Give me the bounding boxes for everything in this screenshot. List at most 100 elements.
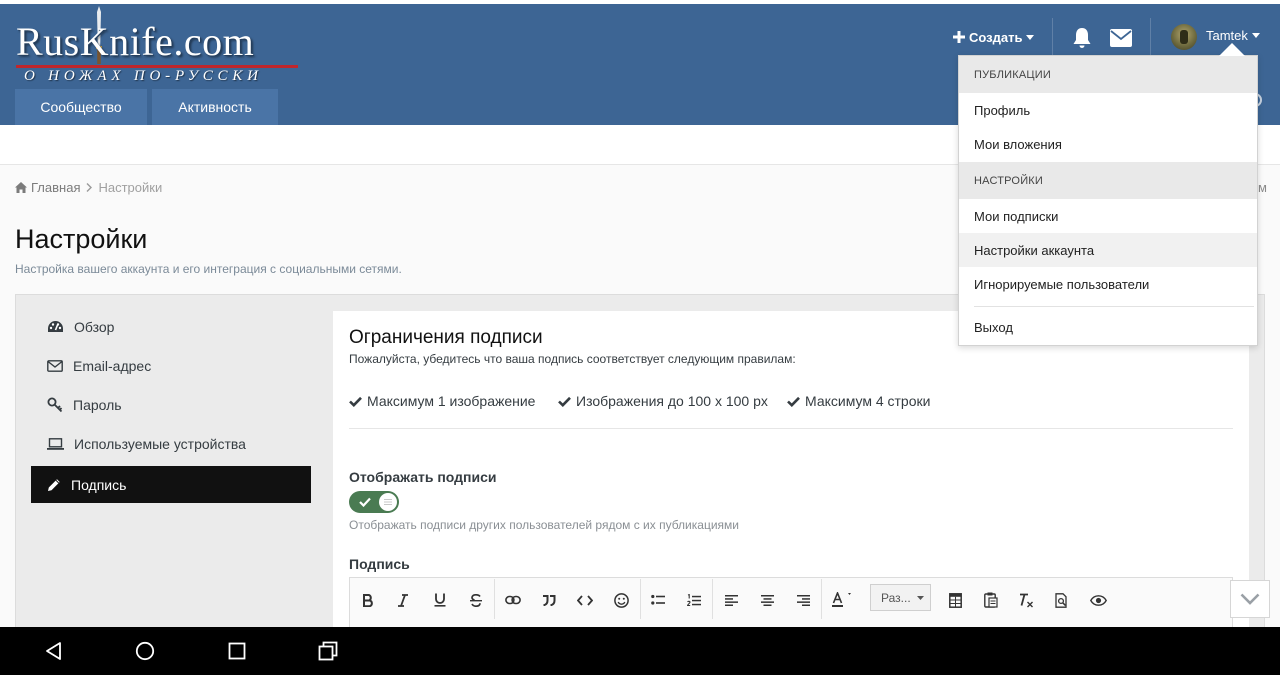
preview-source-button[interactable]: [1048, 587, 1076, 613]
link-button[interactable]: [499, 587, 527, 613]
numbered-list-button[interactable]: [680, 587, 708, 613]
toolbar-separator: [712, 579, 713, 619]
sidebar-item-label: Подпись: [71, 476, 127, 493]
caret-down-icon: [916, 595, 924, 600]
emoji-button[interactable]: [607, 587, 635, 613]
sidebar-item-label: Используемые устройства: [74, 435, 246, 452]
caret-down-icon: [1026, 34, 1035, 40]
strikethrough-button[interactable]: [462, 587, 490, 613]
create-button[interactable]: Создать: [953, 27, 1035, 47]
header-separator: [1052, 18, 1053, 56]
dropdown-section-settings: НАСТРОЙКИ: [959, 162, 1257, 199]
dropdown-section-publications: ПУБЛИКАЦИИ: [959, 56, 1257, 93]
sidebar-item-devices[interactable]: Используемые устройства: [31, 425, 311, 462]
home-circle-icon: [135, 641, 155, 661]
create-label: Создать: [969, 29, 1023, 45]
menu-item-follows[interactable]: Мои подписки: [959, 199, 1257, 233]
check-icon: [349, 396, 362, 407]
signature-rule: Максимум 4 строки: [787, 393, 930, 409]
show-signatures-label: Отображать подписи: [349, 469, 497, 485]
home-button[interactable]: [132, 638, 158, 664]
quote-icon: [543, 594, 556, 606]
chevron-right-icon: [86, 183, 93, 192]
toolbar-separator: [640, 579, 641, 619]
align-center-button[interactable]: [753, 587, 781, 613]
align-right-icon: [796, 594, 810, 606]
font-size-select[interactable]: Раз...: [870, 584, 931, 611]
menu-item-logout[interactable]: Выход: [959, 310, 1257, 344]
remove-format-icon: [1020, 593, 1033, 607]
user-avatar[interactable]: [1171, 24, 1197, 50]
section-divider: [349, 428, 1233, 429]
show-signatures-hint: Отображать подписи других пользователей …: [349, 518, 739, 532]
italic-button[interactable]: [389, 587, 417, 613]
eye-icon: [1089, 594, 1107, 606]
paste-button[interactable]: [977, 587, 1005, 613]
back-triangle-icon: [46, 642, 61, 660]
menu-item-account-settings[interactable]: Настройки аккаунта: [959, 233, 1257, 267]
dashboard-icon: [48, 320, 63, 332]
recents-square-icon: [228, 642, 246, 660]
bulleted-list-button[interactable]: [644, 587, 672, 613]
page-description: Настройка вашего аккаунта и его интеграц…: [15, 262, 402, 276]
align-left-icon: [724, 594, 738, 606]
signature-field-label: Подпись: [349, 556, 410, 572]
back-button[interactable]: [41, 638, 67, 664]
underline-icon: [434, 593, 446, 607]
link-icon: [505, 595, 521, 605]
logo-tagline: О НОЖАХ ПО-РУССКИ: [24, 68, 263, 84]
header-separator: [1150, 18, 1151, 56]
android-navigation-bar: [0, 627, 1280, 675]
numbered-list-icon: [687, 593, 701, 606]
signature-limits-description: Пожалуйста, убедитесь что ваша подпись с…: [349, 352, 796, 366]
dropdown-divider: [974, 306, 1254, 307]
breadcrumb-home-label: Главная: [31, 180, 81, 195]
toolbar-separator: [494, 579, 495, 619]
sidebar-item-label: Обзор: [74, 318, 115, 335]
sidebar-item-overview[interactable]: Обзор: [31, 308, 311, 345]
recents-button[interactable]: [224, 638, 250, 664]
remove-format-button[interactable]: [1012, 587, 1040, 613]
table-button[interactable]: [941, 587, 969, 613]
text-color-icon: [832, 592, 851, 607]
align-center-icon: [760, 594, 774, 606]
plus-icon: [953, 31, 965, 43]
sidebar-item-email[interactable]: Email-адрес: [31, 347, 311, 384]
align-right-button[interactable]: [789, 587, 817, 613]
menu-item-profile[interactable]: Профиль: [959, 93, 1257, 127]
breadcrumb: Главная Настройки: [15, 180, 162, 195]
multi-window-button[interactable]: [315, 638, 341, 664]
italic-icon: [398, 593, 408, 607]
toggle-knob: [379, 493, 397, 511]
menu-item-attachments[interactable]: Мои вложения: [959, 127, 1257, 161]
bulleted-list-icon: [651, 594, 665, 605]
show-signatures-toggle[interactable]: [349, 491, 399, 513]
breadcrumb-home[interactable]: Главная: [15, 180, 80, 195]
font-size-placeholder: Раз...: [881, 590, 911, 605]
menu-item-ignored-users[interactable]: Игнорируемые пользователи: [959, 267, 1257, 301]
bold-button[interactable]: [354, 587, 382, 613]
scroll-down-button[interactable]: [1230, 580, 1270, 618]
site-logo[interactable]: RusKnife.com О НОЖАХ ПО-РУССКИ: [16, 6, 306, 90]
bell-icon[interactable]: [1072, 27, 1092, 49]
grip-lines-icon: [384, 499, 392, 505]
home-icon: [15, 182, 27, 193]
code-icon: [577, 594, 593, 606]
pencil-icon: [48, 478, 60, 491]
text-color-button[interactable]: [828, 587, 856, 613]
nav-tab-activity[interactable]: Активность: [152, 89, 278, 125]
quote-button[interactable]: [535, 587, 563, 613]
caret-down-icon: [1251, 33, 1260, 38]
nav-tab-community[interactable]: Сообщество: [15, 89, 147, 125]
preview-button[interactable]: [1084, 587, 1112, 613]
user-menu-trigger[interactable]: Tamtek: [1206, 28, 1260, 43]
signature-rule: Максимум 1 изображение: [349, 393, 535, 409]
toolbar-separator: [821, 579, 822, 619]
align-left-button[interactable]: [717, 587, 745, 613]
sidebar-item-signature[interactable]: Подпись: [31, 466, 311, 503]
sidebar-item-password[interactable]: Пароль: [31, 386, 311, 423]
check-icon: [359, 497, 371, 507]
envelope-icon[interactable]: [1110, 29, 1132, 47]
code-button[interactable]: [571, 587, 599, 613]
underline-button[interactable]: [426, 587, 454, 613]
